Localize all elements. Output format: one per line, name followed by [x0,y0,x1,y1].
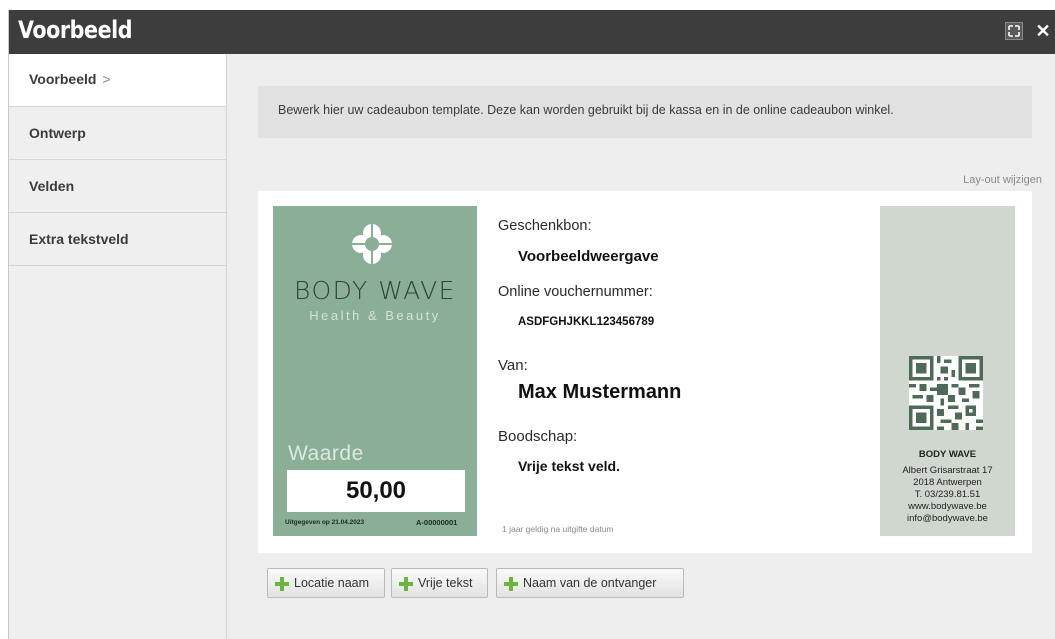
company-city: 2018 Antwerpen [913,477,982,488]
sidebar-item-label: Extra tekstveld [29,231,129,247]
message-value: Vrije tekst veld. [518,458,620,474]
sidebar-item-velden[interactable]: Velden [9,160,226,213]
company-website: www.bodywave.be [908,501,987,512]
voucher-right-panel: BODY WAVE Albert Grisarstraat 17 2018 An… [880,206,1015,536]
value-label: Waarde [288,442,364,465]
from-value: Max Mustermann [518,381,682,403]
plus-icon [504,577,518,591]
sidebar-item-label: Ontwerp [29,125,86,141]
sidebar-item-extra-tekstveld[interactable]: Extra tekstveld [9,213,226,266]
from-label: Van: [498,357,528,374]
add-recipient-name-button[interactable]: Naam van de ontvanger [496,568,684,598]
preview-window: Voorbeeld ✕ Voorbeeld > Ontwerp Velden Ex… [8,10,1055,639]
expand-icon-graphic [1008,25,1020,37]
validity-note: 1 jaar geldig na uitgifte datum [502,524,614,534]
company-phone: T. 03/239.81.51 [914,489,981,500]
plus-icon [275,577,289,591]
add-location-name-button[interactable]: Locatie naam [267,568,385,598]
online-voucher-number: ASDFGHJKKL123456789 [518,316,655,328]
voucher-code: A-00000001 [416,518,458,527]
plus-icon [399,577,413,591]
expand-icon[interactable] [1005,22,1023,40]
flower-logo-icon [352,224,392,264]
voucher-details: Geschenkbon: Voorbeeldweergave Online vo… [498,191,878,553]
sidebar-item-ontwerp[interactable]: Ontwerp [9,107,226,160]
gift-label: Geschenkbon: [498,218,592,234]
company-address: Albert Grisarstraat 17 [902,465,993,476]
qr-code-icon [909,356,983,430]
voucher-left-panel: BODY WAVE Health & Beauty Waarde 50,00 U… [273,206,477,536]
button-label: Naam van de ontvanger [523,576,657,590]
sidebar-item-label: Velden [29,178,75,194]
sidebar-item-label: Voorbeeld [29,71,97,87]
voucher-preview: BODY WAVE Health & Beauty Waarde 50,00 U… [258,191,1032,553]
brand-name: BODY WAVE [294,276,456,305]
title-bar: Voorbeeld ✕ [9,10,1055,54]
change-layout-link[interactable]: Lay-out wijzigen [963,174,1042,186]
online-voucher-label: Online vouchernummer: [498,284,653,300]
button-label: Locatie naam [294,576,370,590]
brand-tagline: Health & Beauty [309,308,441,323]
company-name: BODY WAVE [918,449,977,460]
voucher-value: 50,00 [287,470,465,512]
company-email: info@bodywave.be [907,513,988,524]
sidebar-item-voorbeeld[interactable]: Voorbeeld > [9,54,226,107]
main-panel: Bewerk hier uw cadeaubon template. Deze … [228,54,1055,639]
add-free-text-button[interactable]: Vrije tekst [391,568,488,598]
button-label: Vrije tekst [418,576,473,590]
close-icon[interactable]: ✕ [1034,22,1052,40]
window-title: Voorbeeld [18,16,133,44]
sidebar: Voorbeeld > Ontwerp Velden Extra tekstvel… [9,54,227,639]
info-message: Bewerk hier uw cadeaubon template. Deze … [258,86,1032,138]
chevron-right-icon: > [102,71,111,87]
gift-value: Voorbeeldweergave [518,248,659,265]
message-label: Boodschap: [498,428,578,445]
issue-date: Uitgegeven op 21.04.2023 [285,519,365,526]
